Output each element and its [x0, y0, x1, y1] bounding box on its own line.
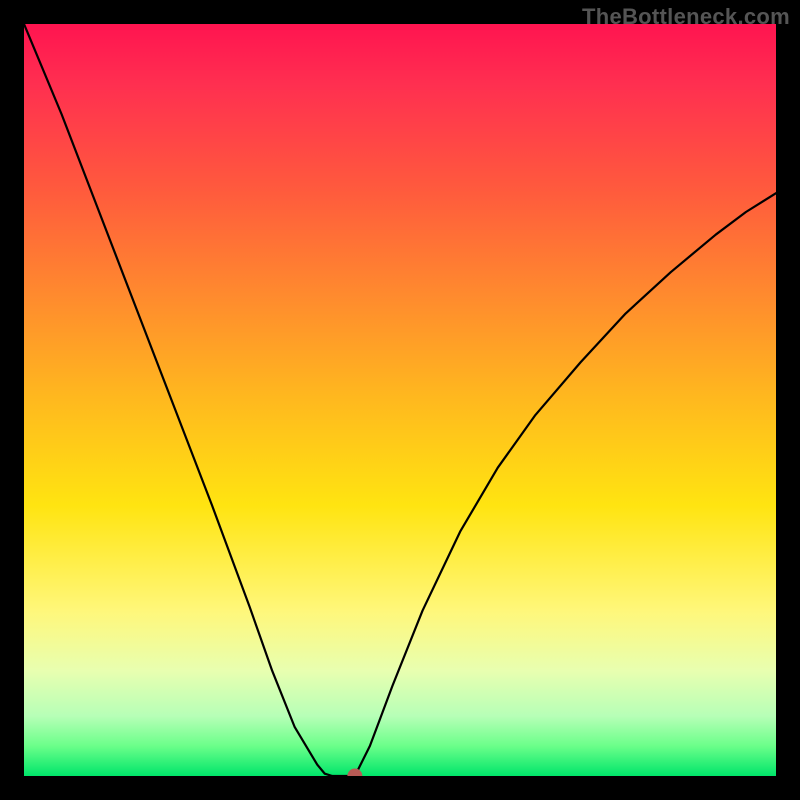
bottleneck-curve [24, 24, 776, 776]
optimal-point-marker [348, 769, 362, 776]
curve-path [24, 24, 776, 776]
watermark-text: TheBottleneck.com [582, 4, 790, 30]
plot-area [24, 24, 776, 776]
chart-frame: TheBottleneck.com [0, 0, 800, 800]
